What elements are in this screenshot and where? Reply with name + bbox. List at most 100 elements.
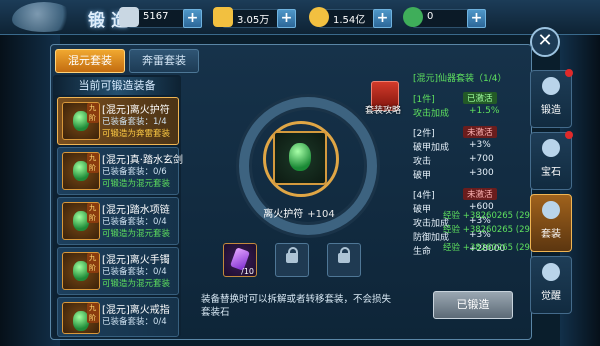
equipment-list-header: 当前可锻造装备 [53, 77, 181, 95]
amulet-icon [289, 143, 311, 171]
tier-badge: 九阶 [87, 303, 99, 323]
attr-row: 破甲加成 +3% [413, 140, 529, 154]
item-name: [混元]踏水项链 [102, 205, 170, 216]
side-nav-label: 宝石 [541, 167, 561, 178]
forge-panel: 混元套装 奔雷套装 当前可锻造装备 九阶 [混元]离火护符 已装备套装：1/4 … [50, 44, 547, 340]
item-status: 已装备套装：0/4 [102, 267, 167, 277]
resource-jade-value: 0 [427, 11, 434, 22]
item-name: [混元]离火手镯 [102, 255, 170, 266]
attr-key: 生命 [413, 247, 432, 257]
material-slot-locked [275, 243, 309, 277]
equipment-list: 当前可锻造装备 九阶 [混元]离火护符 已装备套装：1/4 可锻造为奔雷套装 九… [53, 75, 183, 337]
attr-key: 破甲 [413, 205, 432, 215]
add-silver-button[interactable]: + [183, 9, 202, 28]
list-item[interactable]: 九阶 [混元]真·踏水玄剑 已装备套装：0/6 可锻造为混元套装 [57, 147, 183, 195]
side-nav-set[interactable]: 套装 [530, 194, 572, 252]
gem-icon [542, 139, 560, 157]
side-nav-label: 锻造 [541, 105, 561, 116]
attr-value: +300 [469, 168, 494, 178]
attr-key: 破甲 [413, 171, 432, 181]
tier-row: [2件] 未激活 [413, 126, 529, 140]
resource-gold-value: 3.05万 [237, 15, 270, 26]
attr-key: 攻击加成 [413, 109, 450, 119]
tier-label: [4件] [413, 191, 435, 201]
side-nav-awaken[interactable]: 觉醒 [530, 256, 572, 314]
anvil-icon [542, 77, 560, 95]
attr-key: 攻击 [413, 157, 432, 167]
tier-badge: 九阶 [87, 253, 99, 273]
resource-silver: 5167 + [119, 7, 202, 28]
list-item[interactable]: 九阶 [混元]离火手镯 已装备套装：0/4 可锻造为混元套装 [57, 247, 179, 295]
attr-row: 攻击加成 +1.5% [413, 106, 529, 120]
amulet-icon: 九阶 [62, 102, 100, 140]
armor-icon [542, 201, 560, 219]
set-info-panel: [混元]仙器套装（1/4） [1件] 已激活 攻击加成 +1.5% [2件] 未… [413, 71, 529, 311]
tier-row: [1件] 已激活 [413, 92, 529, 106]
jade-bag-icon [403, 7, 423, 27]
forged-button[interactable]: 已锻造 [433, 291, 513, 319]
item-status: 已装备套装：0/4 [102, 317, 167, 327]
item-status: 已装备套装：0/6 [102, 167, 167, 177]
side-nav: 锻造 宝石 套装 觉醒 [530, 69, 573, 318]
add-coin-button[interactable]: + [373, 9, 392, 28]
notification-dot [565, 131, 573, 139]
resource-coin-value: 1.54亿 [333, 15, 366, 26]
notification-dot [565, 69, 573, 77]
item-name: [混元]离火戒指 [102, 305, 170, 316]
list-item[interactable]: 九阶 [混元]离火护符 已装备套装：1/4 可锻造为奔雷套装 [57, 97, 179, 145]
add-jade-button[interactable]: + [467, 9, 486, 28]
resource-jade: 0 + [403, 7, 486, 28]
selected-equipment-slot[interactable] [273, 131, 327, 185]
set-guide-label[interactable]: 套装攻略 [365, 103, 401, 116]
tab-benlei[interactable]: 奔雷套装 [129, 49, 199, 73]
material-slot-set-stone[interactable]: /10 [223, 243, 257, 277]
ring-icon: 九阶 [62, 302, 100, 334]
tier-badge: 九阶 [87, 103, 99, 123]
side-nav-label: 套装 [541, 229, 561, 240]
tier-label: [2件] [413, 129, 435, 139]
tier-badge: 九阶 [87, 153, 99, 173]
side-nav-label: 觉醒 [541, 291, 561, 302]
tier-state-badge: 已激活 [463, 92, 497, 104]
attr-row: 破甲 +300 [413, 168, 529, 182]
item-hint: 可锻造为混元套装 [102, 279, 171, 289]
resource-gold: 3.05万 + [213, 7, 296, 28]
resource-silver-value: 5167 [143, 11, 169, 22]
coin-icon [309, 7, 329, 27]
item-name: [混元]离火护符 [102, 105, 170, 116]
tab-hunyuan[interactable]: 混元套装 [55, 49, 125, 73]
tier-badge: 九阶 [87, 203, 99, 223]
material-slot-locked [327, 243, 361, 277]
necklace-icon: 九阶 [62, 202, 100, 240]
item-hint: 可锻造为混元套装 [102, 229, 171, 239]
item-status: 已装备套装：1/4 [102, 117, 167, 127]
attr-value: +700 [469, 154, 494, 164]
tier-label: [1件] [413, 95, 435, 105]
resource-coin: 1.54亿 + [309, 7, 392, 28]
gold-ingot-icon [213, 7, 233, 27]
material-count: /10 [241, 267, 254, 276]
close-button[interactable]: ✕ [530, 27, 560, 57]
add-gold-button[interactable]: + [277, 9, 296, 28]
attr-key: 破甲加成 [413, 143, 450, 153]
tier-state-badge: 未激活 [463, 126, 497, 138]
top-bar: 锻造 5167 + 3.05万 + 1.54亿 + 0 + [0, 0, 600, 35]
selected-equipment-label: 离火护符 +104 [229, 205, 369, 220]
item-hint: 可锻造为奔雷套装 [102, 129, 171, 139]
sword-icon: 九阶 [62, 152, 100, 190]
attr-value: +1.5% [469, 106, 500, 116]
item-name: [混元]真·踏水玄剑 [102, 155, 183, 166]
lock-icon [338, 247, 350, 263]
side-nav-gem[interactable]: 宝石 [530, 131, 573, 190]
list-item[interactable]: 九阶 [混元]踏水项链 已装备套装：0/4 可锻造为混元套装 [57, 197, 179, 245]
list-item[interactable]: 九阶 [混元]离火戒指 已装备套装：0/4 [57, 297, 179, 337]
dragon-emblem-icon [12, 2, 76, 32]
tier-state-badge: 未激活 [463, 188, 497, 200]
selected-equipment-name: 离火护符 [263, 209, 304, 220]
side-nav-forge[interactable]: 锻造 [530, 69, 573, 128]
set-info-title: [混元]仙器套装（1/4） [413, 74, 507, 84]
bracelet-icon: 九阶 [62, 252, 100, 290]
tier-row: [4件] 未激活 [413, 188, 529, 202]
selected-equipment-bonus: +104 [307, 209, 335, 220]
lock-icon [286, 247, 298, 263]
